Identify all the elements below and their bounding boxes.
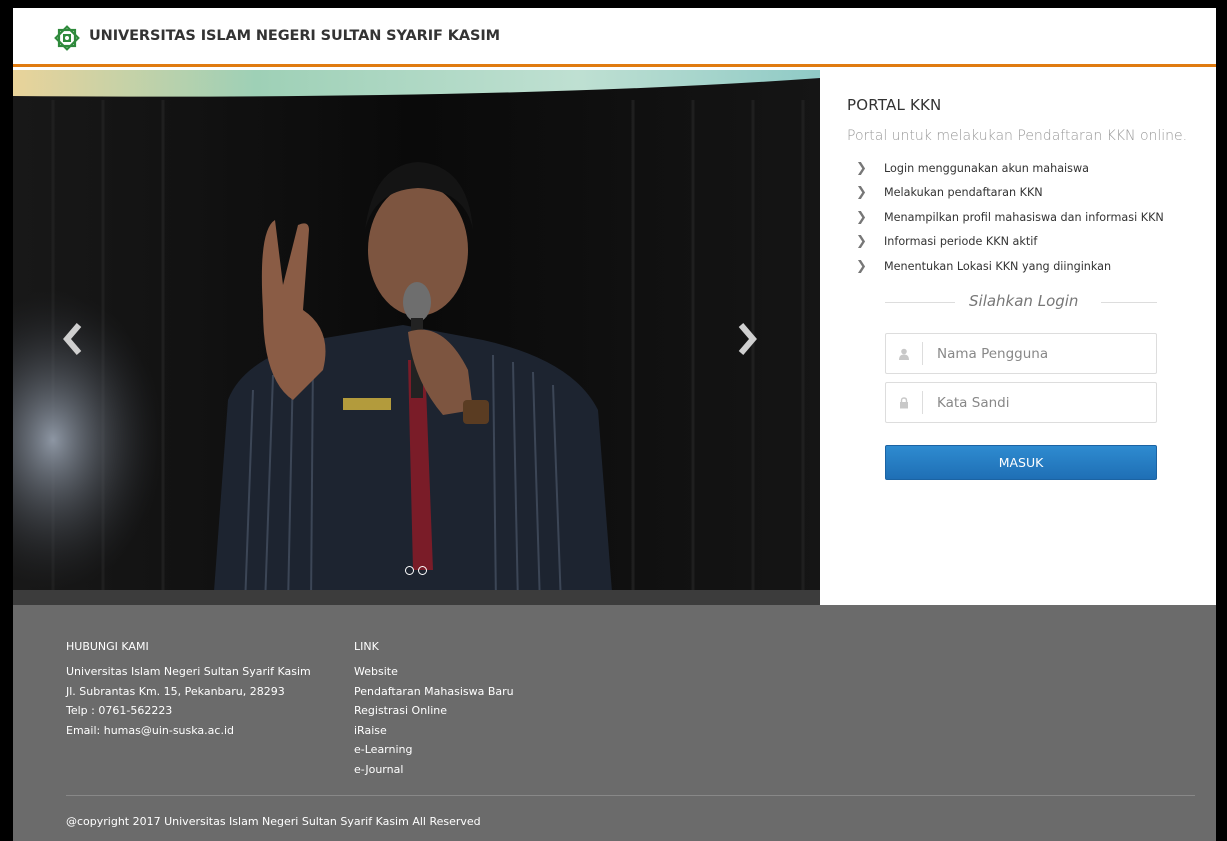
university-logo-icon	[54, 25, 80, 51]
contact-line: Universitas Islam Negeri Sultan Syarif K…	[66, 665, 311, 678]
user-icon	[886, 334, 922, 373]
footer-link-registrasi[interactable]: Registrasi Online	[354, 701, 514, 721]
lock-icon	[886, 383, 922, 422]
site-name[interactable]: UNIVERSITAS ISLAM NEGERI SULTAN SYARIF K…	[89, 28, 500, 44]
chevron-left-icon	[63, 323, 82, 355]
contact-line: Jl. Subrantas Km. 15, Pekanbaru, 28293	[66, 684, 285, 698]
footer-divider	[66, 795, 1195, 796]
chevron-right-icon: ❯	[856, 160, 867, 176]
divider	[1101, 302, 1157, 303]
copyright-text: @copyright 2017 Universitas Islam Negeri…	[66, 815, 481, 828]
username-field[interactable]	[885, 333, 1157, 374]
carousel-indicator-1[interactable]	[405, 566, 414, 575]
carousel-photo	[13, 70, 820, 605]
footer-links: LINK Website Pendaftaran Mahasiswa Baru …	[354, 640, 514, 779]
footer-contact: HUBUNGI KAMI Universitas Islam Negeri Su…	[66, 640, 311, 740]
feature-item: ❯ Login menggunakan akun mahaiswa	[856, 160, 1090, 176]
feature-list: ❯ Login menggunakan akun mahaiswa ❯ Melaku…	[856, 156, 1164, 279]
carousel-prev-button[interactable]	[61, 322, 85, 356]
login-heading: Silahkan Login	[885, 292, 1157, 312]
footer-link-iraise[interactable]: iRaise	[354, 721, 514, 741]
footer-link-website[interactable]: Website	[354, 662, 514, 682]
carousel-indicators	[405, 566, 427, 575]
contact-heading: HUBUNGI KAMI	[66, 640, 149, 653]
carousel-next-button[interactable]	[735, 322, 759, 356]
site-header: UNIVERSITAS ISLAM NEGERI SULTAN SYARIF K…	[13, 8, 1216, 67]
password-field[interactable]	[885, 382, 1157, 423]
links-heading: LINK	[354, 640, 379, 653]
login-button[interactable]: MASUK	[885, 445, 1157, 480]
footer-link-pmb[interactable]: Pendaftaran Mahasiswa Baru	[354, 682, 514, 702]
chevron-right-icon	[738, 323, 757, 355]
footer-link-ejournal[interactable]: e-Journal	[354, 760, 514, 780]
contact-line: Email: humas@uin-suska.ac.id	[66, 723, 234, 737]
image-carousel	[13, 70, 820, 605]
feature-item: ❯ Menampilkan profil mahasiswa dan inform…	[856, 209, 1164, 225]
chevron-right-icon: ❯	[856, 185, 867, 201]
page-frame: UNIVERSITAS ISLAM NEGERI SULTAN SYARIF K…	[13, 8, 1216, 841]
password-input[interactable]	[923, 383, 1156, 422]
footer-link-elearning[interactable]: e-Learning	[354, 740, 514, 760]
chevron-right-icon: ❯	[856, 234, 867, 250]
feature-item: ❯ Melakukan pendaftaran KKN	[856, 185, 1043, 201]
carousel-indicator-2[interactable]	[418, 566, 427, 575]
divider	[885, 302, 955, 303]
username-input[interactable]	[923, 334, 1156, 373]
chevron-right-icon: ❯	[856, 209, 867, 225]
portal-panel: PORTAL KKN Portal untuk melakukan Pendaf…	[820, 70, 1216, 605]
site-footer: HUBUNGI KAMI Universitas Islam Negeri Su…	[13, 605, 1216, 841]
contact-line: Telp : 0761-562223	[66, 704, 173, 717]
portal-subtitle: Portal untuk melakukan Pendaftaran KKN o…	[847, 128, 1188, 144]
portal-title: PORTAL KKN	[847, 96, 942, 114]
feature-item: ❯ Informasi periode KKN aktif	[856, 234, 1038, 250]
feature-item: ❯ Menentukan Lokasi KKN yang diinginkan	[856, 258, 1112, 274]
chevron-right-icon: ❯	[856, 258, 867, 274]
